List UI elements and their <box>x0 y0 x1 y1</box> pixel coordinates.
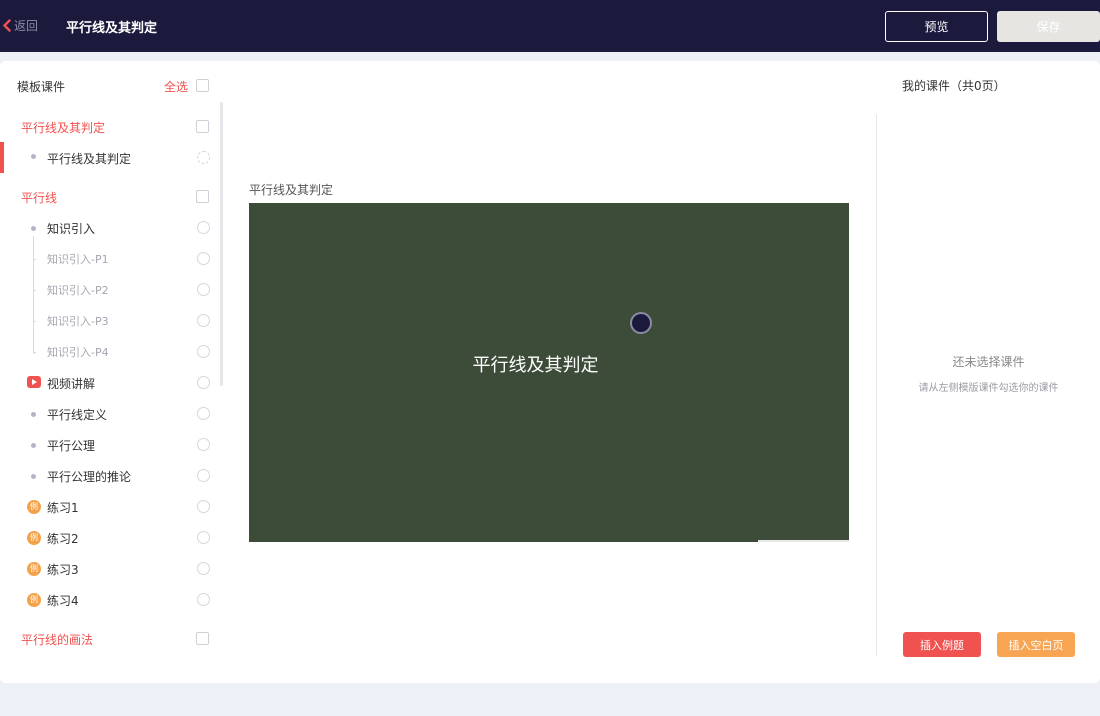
template-panel-title: 模板课件 <box>17 80 66 94</box>
item-label: 练习4 <box>47 594 79 608</box>
bullet-dot-icon <box>31 154 36 159</box>
item-label: 练习2 <box>47 532 79 546</box>
item-radio[interactable] <box>197 376 210 389</box>
item-label: 知识引入 <box>47 222 96 236</box>
item-radio[interactable] <box>197 531 210 544</box>
item-label: 知识引入-P4 <box>47 346 109 359</box>
list-item[interactable]: 例 练习1 <box>0 496 220 518</box>
bullet-dot-icon <box>31 226 36 231</box>
group-label: 平行线及其判定 <box>21 121 106 135</box>
item-label: 知识引入-P3 <box>47 315 109 328</box>
list-item[interactable]: 例 练习4 <box>0 589 220 611</box>
example-badge-icon: 例 <box>27 593 41 607</box>
preview-title: 平行线及其判定 <box>249 183 334 197</box>
tree-tick <box>33 352 36 353</box>
bullet-dot-icon <box>31 443 36 448</box>
preview-panel: 平行线及其判定 平行线及其判定 <box>232 61 851 683</box>
list-item[interactable]: 例 练习3 <box>0 558 220 580</box>
item-label: 知识引入-P1 <box>47 253 109 266</box>
list-item[interactable]: 例 练习2 <box>0 527 220 549</box>
list-item[interactable]: 知识引入 <box>0 217 220 239</box>
back-label: 返回 <box>14 19 39 33</box>
tree-tick <box>33 321 36 322</box>
group-row[interactable]: 平行线的画法 <box>0 628 220 650</box>
empty-state-title: 还未选择课件 <box>952 355 1025 369</box>
template-courseware-panel: 模板课件 全选 平行线及其判定 平行线及其判定 平行线 知识引入 知识引入-P1… <box>0 61 232 683</box>
insert-example-button[interactable]: 插入例题 <box>903 632 981 657</box>
back-button[interactable]: 返回 <box>2 17 38 34</box>
item-label: 平行线及其判定 <box>47 152 132 166</box>
item-label: 平行公理 <box>47 439 96 453</box>
list-item[interactable]: 知识引入-P4 <box>0 341 220 363</box>
item-label: 平行线定义 <box>47 408 108 422</box>
bullet-dot-icon <box>31 412 36 417</box>
chevron-left-icon <box>2 19 11 32</box>
example-badge-icon: 例 <box>27 500 41 514</box>
slide-progress-strip <box>758 540 851 542</box>
group-row[interactable]: 平行线及其判定 <box>0 116 220 138</box>
save-button[interactable]: 保存 <box>997 11 1100 42</box>
item-label: 平行公理的推论 <box>47 470 132 484</box>
item-radio[interactable] <box>197 469 210 482</box>
list-item[interactable]: 知识引入-P3 <box>0 310 220 332</box>
insert-blank-page-button[interactable]: 插入空白页 <box>997 632 1075 657</box>
tree-tick <box>33 259 36 260</box>
item-label: 练习3 <box>47 563 79 577</box>
list-item[interactable]: 平行公理 <box>0 434 220 456</box>
example-badge-icon: 例 <box>27 531 41 545</box>
tree-tick <box>33 290 36 291</box>
bullet-dot-icon <box>31 474 36 479</box>
item-radio[interactable] <box>197 221 210 234</box>
slide-preview[interactable]: 平行线及其判定 <box>249 203 851 542</box>
item-radio[interactable] <box>197 562 210 575</box>
empty-state-subtitle: 请从左侧模版课件勾选你的课件 <box>918 383 1059 394</box>
preview-button[interactable]: 预览 <box>885 11 988 42</box>
select-all-link[interactable]: 全选 <box>164 78 188 95</box>
group-label: 平行线的画法 <box>21 633 94 647</box>
video-play-icon <box>27 376 41 388</box>
my-courseware-title: 我的课件（共0页） <box>902 79 1006 93</box>
active-indicator <box>0 142 4 173</box>
example-badge-icon: 例 <box>27 562 41 576</box>
item-radio[interactable] <box>197 500 210 513</box>
item-radio[interactable] <box>197 407 210 420</box>
item-label: 视频讲解 <box>47 377 96 391</box>
group-checkbox[interactable] <box>196 190 209 203</box>
item-radio[interactable] <box>197 314 210 327</box>
item-radio[interactable] <box>197 283 210 296</box>
left-scrollbar[interactable] <box>220 102 223 386</box>
item-label: 知识引入-P2 <box>47 284 109 297</box>
group-label: 平行线 <box>21 191 58 205</box>
page-title: 平行线及其判定 <box>66 21 158 36</box>
list-item[interactable]: 平行线及其判定 <box>0 142 220 173</box>
item-radio[interactable] <box>197 438 210 451</box>
pointer-dot-icon[interactable] <box>630 312 652 334</box>
select-all-checkbox[interactable] <box>196 79 209 92</box>
list-item[interactable]: 视频讲解 <box>0 372 220 394</box>
item-label: 练习1 <box>47 501 79 515</box>
top-bar: 返回 平行线及其判定 预览 保存 <box>0 0 1100 52</box>
item-radio[interactable] <box>197 345 210 358</box>
item-radio[interactable] <box>197 593 210 606</box>
group-row[interactable]: 平行线 <box>0 186 220 208</box>
slide-title: 平行线及其判定 <box>472 355 599 376</box>
list-item[interactable]: 平行线定义 <box>0 403 220 425</box>
my-courseware-panel: 我的课件（共0页） 还未选择课件 请从左侧模版课件勾选你的课件 插入例题 插入空… <box>849 61 1100 683</box>
list-item[interactable]: 知识引入-P1 <box>0 248 220 270</box>
group-checkbox[interactable] <box>196 632 209 645</box>
list-item[interactable]: 知识引入-P2 <box>0 279 220 301</box>
item-radio[interactable] <box>197 151 210 164</box>
group-checkbox[interactable] <box>196 120 209 133</box>
list-item[interactable]: 平行公理的推论 <box>0 465 220 487</box>
item-radio[interactable] <box>197 252 210 265</box>
